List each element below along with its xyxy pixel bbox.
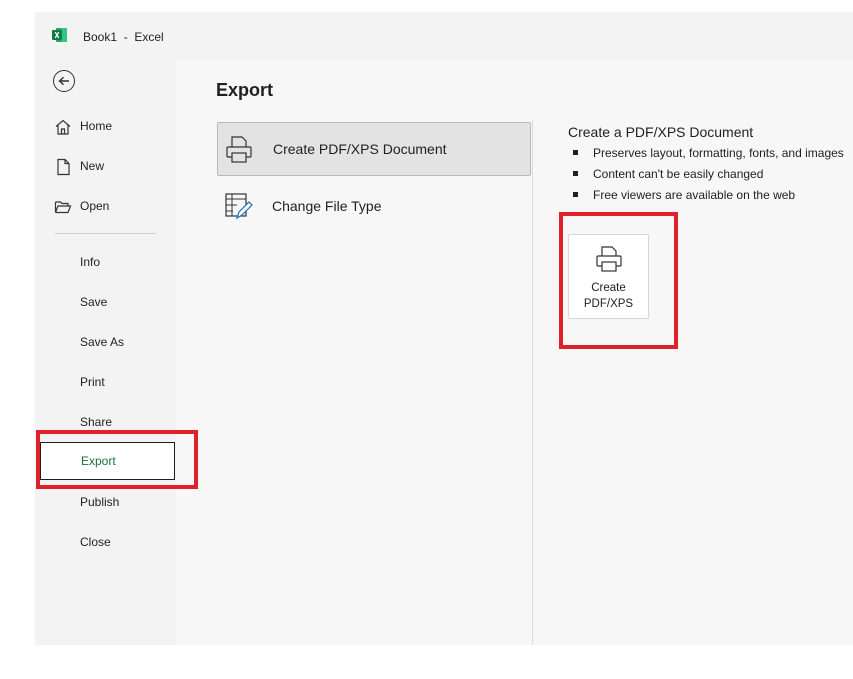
nav-item-save-as[interactable]: Save As: [40, 324, 175, 360]
change-file-type-icon: [225, 193, 253, 220]
panel-divider: [532, 120, 533, 645]
detail-bullets: Preserves layout, formatting, fonts, and…: [572, 146, 844, 209]
nav-item-label: Share: [80, 415, 113, 429]
bullet-item: Free viewers are available on the web: [572, 188, 844, 209]
option-create-pdf-xps[interactable]: Create PDF/XPS Document: [217, 122, 531, 176]
option-label: Change File Type: [272, 198, 382, 214]
home-icon: [55, 119, 71, 135]
create-button-highlight-box: [559, 212, 678, 349]
export-panel: Export Create PDF/XPS Document Change Fi…: [176, 60, 853, 645]
option-change-file-type[interactable]: Change File Type: [217, 179, 531, 233]
backstage-nav: Home New Open Info Save Save As Print Sh…: [35, 60, 175, 645]
nav-divider: [55, 233, 156, 234]
option-label: Create PDF/XPS Document: [273, 141, 447, 157]
nav-item-label: Open: [80, 199, 110, 213]
export-highlight-box: [36, 430, 198, 489]
excel-icon: [52, 28, 67, 42]
nav-item-print[interactable]: Print: [40, 364, 175, 400]
nav-item-label: Save: [80, 295, 108, 309]
nav-item-home[interactable]: Home: [40, 108, 175, 144]
bullet-item: Content can't be easily changed: [572, 167, 844, 188]
new-document-icon: [57, 158, 70, 176]
nav-item-open[interactable]: Open: [40, 188, 175, 224]
window-title: Book1 - Excel: [83, 30, 164, 44]
nav-item-label: Home: [80, 119, 113, 133]
nav-item-label: Print: [80, 375, 105, 389]
nav-item-label: Save As: [80, 335, 125, 349]
nav-item-label: Close: [80, 535, 111, 549]
title-bar: Book1 - Excel: [35, 12, 853, 60]
excel-window: Book1 - Excel Home New Open Info Save Sa…: [35, 12, 853, 645]
back-button[interactable]: [53, 70, 75, 92]
nav-item-label: Publish: [80, 495, 120, 509]
back-arrow-icon: [58, 76, 69, 86]
bullet-item: Preserves layout, formatting, fonts, and…: [572, 146, 844, 167]
detail-title: Create a PDF/XPS Document: [568, 124, 754, 140]
nav-item-label: Info: [80, 255, 101, 269]
nav-item-label: New: [80, 159, 105, 173]
nav-item-publish[interactable]: Publish: [40, 484, 175, 520]
nav-item-close[interactable]: Close: [40, 524, 175, 560]
folder-open-icon: [54, 201, 72, 214]
nav-item-new[interactable]: New: [40, 148, 175, 184]
screen: { "window": { "title": "Book1 - Excel", …: [0, 0, 853, 679]
page-title: Export: [216, 80, 274, 100]
nav-item-info[interactable]: Info: [40, 244, 175, 280]
pdf-document-icon: [226, 136, 252, 163]
nav-item-save[interactable]: Save: [40, 284, 175, 320]
